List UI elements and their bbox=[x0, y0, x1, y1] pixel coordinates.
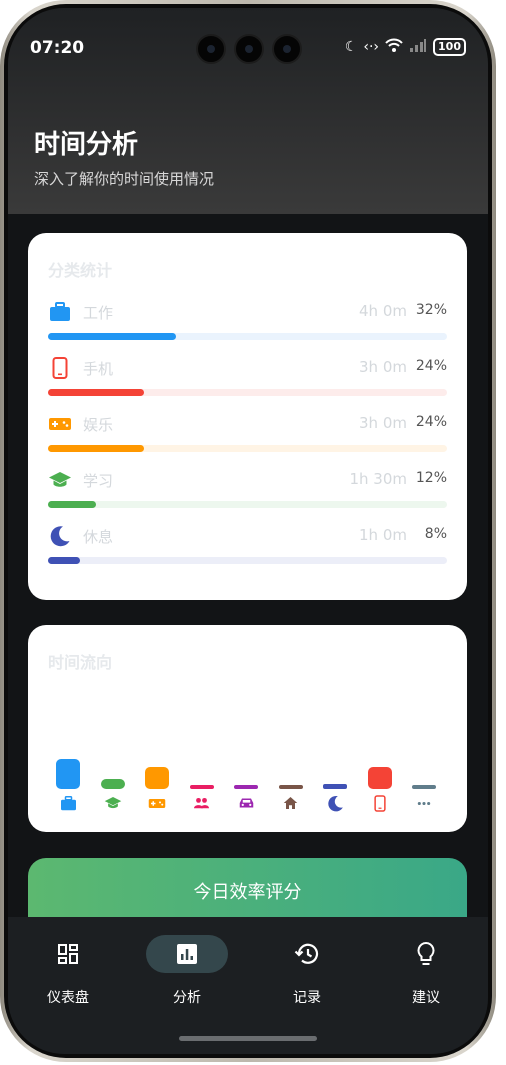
camera-lens bbox=[272, 34, 302, 64]
category-duration: 1h 30m bbox=[349, 470, 407, 488]
category-progress-track bbox=[48, 501, 447, 508]
bottom-navigation: 仪表盘 分析 记录 建议 bbox=[8, 917, 488, 1054]
graduation-cap-icon bbox=[48, 468, 72, 492]
category-percent: 24% bbox=[415, 414, 447, 430]
time-flow-bar[interactable] bbox=[56, 759, 80, 789]
graduation-cap-icon bbox=[101, 793, 125, 813]
home-icon bbox=[279, 793, 303, 813]
category-progress-track bbox=[48, 389, 447, 396]
category-percent: 8% bbox=[424, 526, 447, 542]
category-progress-fill bbox=[48, 557, 80, 564]
category-stat-row: 学习 1h 30m 12% bbox=[48, 468, 447, 514]
home-indicator[interactable] bbox=[179, 1036, 317, 1041]
category-name: 休息 bbox=[83, 528, 114, 546]
category-percent: 24% bbox=[415, 358, 447, 374]
phone-icon bbox=[368, 793, 392, 813]
nav-label: 建议 bbox=[412, 990, 440, 1006]
briefcase-icon bbox=[56, 793, 80, 813]
category-duration: 3h 0m bbox=[359, 358, 407, 376]
signal-icon bbox=[409, 38, 427, 56]
time-flow-bar[interactable] bbox=[189, 785, 214, 789]
camera-cutout bbox=[196, 34, 302, 64]
lightbulb-icon bbox=[412, 941, 440, 966]
gamepad-icon bbox=[145, 793, 169, 813]
dashboard-icon bbox=[54, 942, 82, 966]
category-stat-row: 手机 3h 0m 24% bbox=[48, 356, 447, 402]
nav-label: 分析 bbox=[173, 990, 201, 1006]
time-flow-card: 时间流向 bbox=[28, 625, 467, 832]
efficiency-score-label: 今日效率评分 bbox=[193, 882, 302, 903]
app-screen: 时间分析 深入了解你的时间使用情况 07:20 ☾ ‹·› 100 分类统计 工… bbox=[8, 8, 488, 1054]
analytics-icon bbox=[173, 942, 201, 966]
time-flow-bar[interactable] bbox=[367, 766, 392, 789]
time-flow-bar[interactable] bbox=[234, 785, 258, 789]
camera-lens bbox=[234, 34, 264, 64]
category-progress-track bbox=[48, 445, 447, 452]
nfc-icon: ‹·› bbox=[363, 39, 380, 55]
status-time: 07:20 bbox=[30, 38, 85, 58]
time-flow-bar[interactable] bbox=[100, 779, 125, 789]
nav-item-suggestions[interactable]: 建议 bbox=[376, 935, 476, 1015]
camera-lens bbox=[196, 34, 226, 64]
category-progress-fill bbox=[48, 445, 144, 452]
status-icons: ☾ ‹·› 100 bbox=[345, 38, 466, 56]
category-progress-fill bbox=[48, 333, 176, 340]
category-name: 工作 bbox=[83, 304, 114, 322]
time-flow-bar[interactable] bbox=[412, 785, 436, 789]
category-progress-track bbox=[48, 333, 447, 340]
phone-frame: 时间分析 深入了解你的时间使用情况 07:20 ☾ ‹·› 100 分类统计 工… bbox=[0, 0, 496, 1062]
nav-label: 记录 bbox=[293, 990, 321, 1006]
nav-label: 仪表盘 bbox=[47, 990, 89, 1006]
category-percent: 12% bbox=[415, 470, 447, 486]
people-icon bbox=[190, 793, 214, 813]
nav-item-dashboard[interactable]: 仪表盘 bbox=[18, 935, 118, 1015]
category-stat-row: 工作 4h 0m 32% bbox=[48, 300, 447, 346]
battery-icon: 100 bbox=[433, 38, 466, 56]
moon-icon: ☾ bbox=[344, 39, 358, 55]
car-icon bbox=[234, 793, 258, 813]
category-stats-card: 分类统计 工作 4h 0m 32% 手机 3h 0m 24% 娱乐 3h 0m 24% 学习 1h … bbox=[28, 233, 467, 600]
wifi-icon bbox=[385, 38, 403, 56]
category-duration: 1h 0m bbox=[359, 526, 407, 544]
category-stat-row: 娱乐 3h 0m 24% bbox=[48, 412, 447, 458]
gamepad-icon bbox=[48, 412, 72, 436]
time-flow-bar[interactable] bbox=[145, 766, 169, 789]
category-progress-track bbox=[48, 557, 447, 564]
category-duration: 4h 0m bbox=[359, 302, 407, 320]
status-bar: 07:20 ☾ ‹·› 100 bbox=[8, 8, 488, 78]
category-duration: 3h 0m bbox=[359, 414, 407, 432]
nav-item-analytics[interactable]: 分析 bbox=[137, 935, 237, 1015]
briefcase-icon bbox=[48, 300, 72, 324]
page-subtitle: 深入了解你的时间使用情况 bbox=[34, 170, 215, 188]
more-icon bbox=[412, 793, 436, 813]
time-flow-bar[interactable] bbox=[323, 783, 347, 789]
moon-icon bbox=[323, 793, 347, 813]
page-title: 时间分析 bbox=[34, 130, 139, 160]
category-stats-title: 分类统计 bbox=[48, 261, 113, 280]
category-percent: 32% bbox=[415, 302, 447, 318]
history-icon bbox=[293, 942, 321, 966]
time-flow-bar[interactable] bbox=[278, 785, 303, 789]
category-stat-row: 休息 1h 0m 8% bbox=[48, 524, 447, 570]
category-progress-fill bbox=[48, 501, 96, 508]
category-progress-fill bbox=[48, 389, 144, 396]
category-name: 学习 bbox=[83, 472, 114, 490]
category-name: 娱乐 bbox=[83, 416, 114, 434]
nav-item-history[interactable]: 记录 bbox=[257, 935, 357, 1015]
category-name: 手机 bbox=[83, 360, 114, 378]
moon-icon bbox=[48, 524, 72, 548]
time-flow-title: 时间流向 bbox=[48, 653, 113, 672]
phone-icon bbox=[48, 356, 72, 380]
